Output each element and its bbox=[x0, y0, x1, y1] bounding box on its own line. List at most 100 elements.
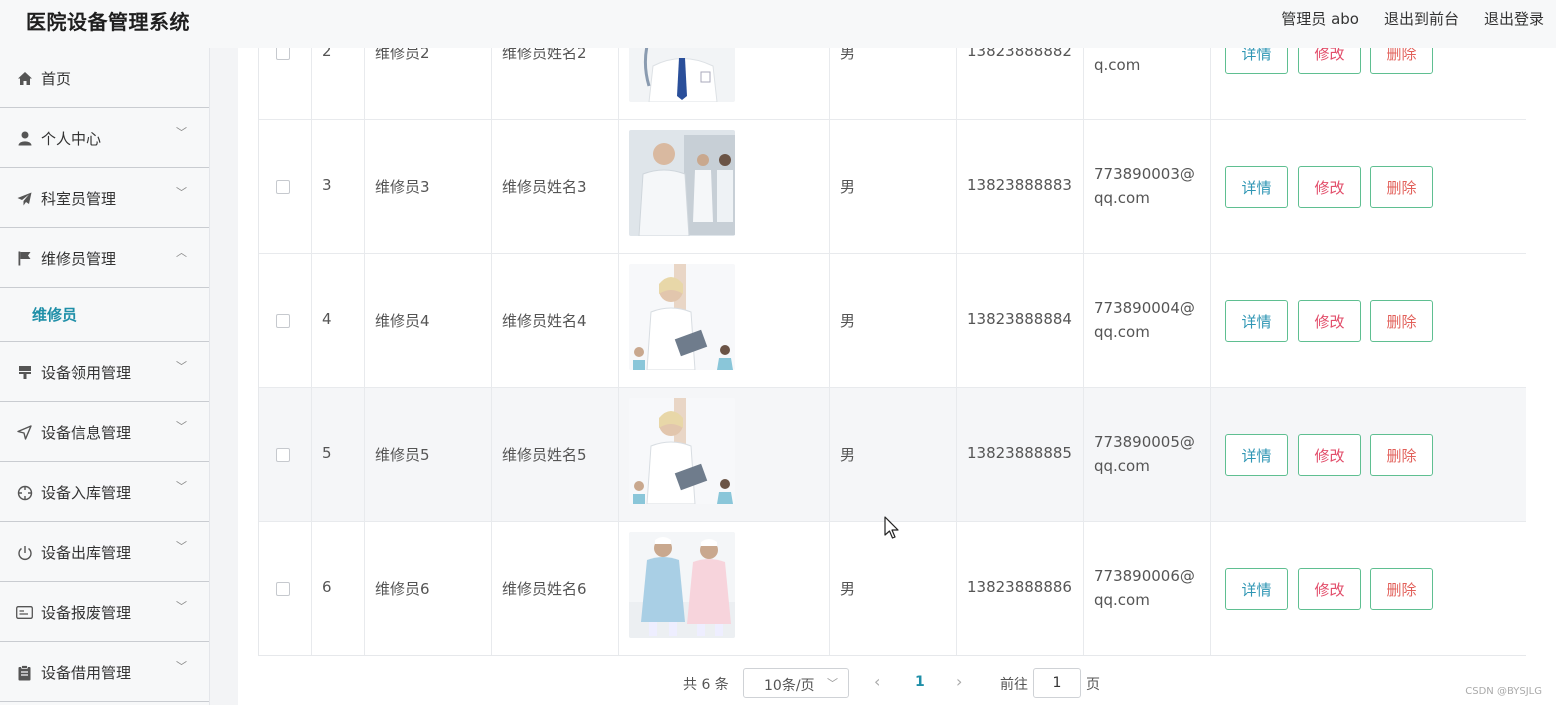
name-cell: 维修员姓名5 bbox=[492, 388, 619, 521]
exit-to-front-link[interactable]: 退出到前台 bbox=[1384, 8, 1459, 29]
index-cell: 5 bbox=[312, 388, 365, 521]
photo-cell bbox=[619, 120, 830, 253]
table-row: 4 维修员4 维修员姓名4 男 13823888884 773890004@qq… bbox=[259, 254, 1526, 388]
actions-cell: 详情 修改 删除 bbox=[1211, 48, 1526, 119]
gender-cell: 男 bbox=[830, 522, 957, 655]
checkbox-cell bbox=[259, 120, 312, 253]
sidebar-item-home[interactable]: 首页 bbox=[0, 48, 209, 108]
row-checkbox[interactable] bbox=[276, 582, 290, 596]
chevron-down-icon: ﹀ bbox=[176, 186, 187, 199]
stamp-icon bbox=[16, 364, 33, 381]
repairman-photo bbox=[629, 398, 735, 504]
email-cell: 773890005@qq.com bbox=[1084, 388, 1211, 521]
delete-button[interactable]: 删除 bbox=[1370, 48, 1433, 74]
gender-cell: 男 bbox=[830, 48, 957, 119]
next-page-button[interactable]: › bbox=[956, 672, 962, 691]
edit-button[interactable]: 修改 bbox=[1298, 568, 1361, 610]
sidebar-item-repairman-management[interactable]: 维修员管理 ︿ bbox=[0, 228, 209, 288]
detail-button[interactable]: 详情 bbox=[1225, 568, 1288, 610]
index-cell: 3 bbox=[312, 120, 365, 253]
email-cell: q.com bbox=[1084, 48, 1211, 119]
photo-cell bbox=[619, 48, 830, 119]
power-icon bbox=[16, 544, 33, 561]
clipboard-icon bbox=[16, 664, 33, 681]
page-number-current[interactable]: 1 bbox=[915, 674, 925, 690]
repairman-photo bbox=[629, 264, 735, 370]
checkbox-cell bbox=[259, 254, 312, 387]
row-checkbox[interactable] bbox=[276, 448, 290, 462]
table-row: 2 维修员2 维修员姓名2 男 13823888882 q.com 详情 修改 … bbox=[259, 48, 1526, 120]
chevron-down-icon: ﹀ bbox=[176, 420, 187, 433]
watermark: CSDN @BYSJLG bbox=[1465, 686, 1542, 697]
table-row: 6 维修员6 维修员姓名6 男 13823888886 773890006@qq… bbox=[259, 522, 1526, 655]
chevron-down-icon: ﹀ bbox=[827, 677, 838, 690]
detail-button[interactable]: 详情 bbox=[1225, 48, 1288, 74]
sidebar-item-label: 设备信息管理 bbox=[41, 424, 132, 442]
photo-cell bbox=[619, 522, 830, 655]
sidebar-item-equipment-scrap[interactable]: 设备报废管理 ﹀ bbox=[0, 582, 209, 642]
detail-button[interactable]: 详情 bbox=[1225, 434, 1288, 476]
email-cell: 773890004@qq.com bbox=[1084, 254, 1211, 387]
index-cell: 2 bbox=[312, 48, 365, 119]
actions-cell: 详情 修改 删除 bbox=[1211, 522, 1526, 655]
pagination: 共 6 条 10条/页 ﹀ ‹ 1 › 前往 页 bbox=[238, 668, 1556, 698]
repairman-photo bbox=[629, 48, 735, 102]
actions-cell: 详情 修改 删除 bbox=[1211, 254, 1526, 387]
app-title: 医院设备管理系统 bbox=[26, 10, 190, 34]
sidebar-item-department-staff[interactable]: 科室员管理 ﹀ bbox=[0, 168, 209, 228]
goto-suffix: 页 bbox=[1086, 677, 1100, 693]
edit-button[interactable]: 修改 bbox=[1298, 48, 1361, 74]
sidebar-item-equipment-requisition[interactable]: 设备领用管理 ﹀ bbox=[0, 342, 209, 402]
total-count: 共 6 条 bbox=[683, 677, 729, 693]
chevron-down-icon: ﹀ bbox=[176, 540, 187, 553]
goto-page-input[interactable] bbox=[1033, 668, 1081, 698]
navigation-icon bbox=[16, 424, 33, 441]
sidebar-item-personal-center[interactable]: 个人中心 ﹀ bbox=[0, 108, 209, 168]
sidebar-subitem-repairman[interactable]: 维修员 bbox=[0, 288, 209, 342]
checkbox-cell bbox=[259, 522, 312, 655]
chevron-down-icon: ﹀ bbox=[176, 660, 187, 673]
sidebar-item-label: 设备领用管理 bbox=[41, 364, 132, 382]
mouse-cursor-icon bbox=[884, 516, 899, 539]
delete-button[interactable]: 删除 bbox=[1370, 166, 1433, 208]
account-cell: 维修员5 bbox=[365, 388, 492, 521]
row-checkbox[interactable] bbox=[276, 314, 290, 328]
user-icon bbox=[16, 130, 33, 147]
delete-button[interactable]: 删除 bbox=[1370, 434, 1433, 476]
logout-link[interactable]: 退出登录 bbox=[1484, 8, 1544, 29]
sidebar-item-equipment-stock-in[interactable]: 设备入库管理 ﹀ bbox=[0, 462, 209, 522]
row-checkbox[interactable] bbox=[276, 180, 290, 194]
sidebar-item-label: 设备借用管理 bbox=[41, 664, 132, 682]
chevron-down-icon: ﹀ bbox=[176, 480, 187, 493]
sidebar: 首页 个人中心 ﹀ 科室员管理 ﹀ 维修员管理 ︿ 维修员 设备领用管理 ﹀ 设… bbox=[0, 48, 210, 705]
index-cell: 6 bbox=[312, 522, 365, 655]
name-cell: 维修员姓名3 bbox=[492, 120, 619, 253]
delete-button[interactable]: 删除 bbox=[1370, 568, 1433, 610]
sidebar-item-label: 设备出库管理 bbox=[41, 544, 132, 562]
admin-label: 管理员 abo bbox=[1281, 10, 1359, 28]
edit-button[interactable]: 修改 bbox=[1298, 434, 1361, 476]
phone-cell: 13823888885 bbox=[957, 388, 1084, 521]
sidebar-item-equipment-stock-out[interactable]: 设备出库管理 ﹀ bbox=[0, 522, 209, 582]
detail-button[interactable]: 详情 bbox=[1225, 166, 1288, 208]
phone-cell: 13823888886 bbox=[957, 522, 1084, 655]
edit-button[interactable]: 修改 bbox=[1298, 300, 1361, 342]
chevron-down-icon: ﹀ bbox=[176, 360, 187, 373]
chevron-down-icon: ﹀ bbox=[176, 126, 187, 139]
detail-button[interactable]: 详情 bbox=[1225, 300, 1288, 342]
checkbox-cell bbox=[259, 388, 312, 521]
account-cell: 维修员6 bbox=[365, 522, 492, 655]
edit-button[interactable]: 修改 bbox=[1298, 166, 1361, 208]
page-size-select[interactable]: 10条/页 ﹀ bbox=[743, 668, 849, 698]
main-content: 2 维修员2 维修员姓名2 男 13823888882 q.com 详情 修改 … bbox=[238, 48, 1556, 705]
name-cell: 维修员姓名6 bbox=[492, 522, 619, 655]
phone-cell: 13823888884 bbox=[957, 254, 1084, 387]
email-cell: 773890003@qq.com bbox=[1084, 120, 1211, 253]
row-checkbox[interactable] bbox=[276, 48, 290, 60]
sidebar-item-equipment-borrow[interactable]: 设备借用管理 ﹀ bbox=[0, 642, 209, 702]
sidebar-item-equipment-info[interactable]: 设备信息管理 ﹀ bbox=[0, 402, 209, 462]
prev-page-button[interactable]: ‹ bbox=[874, 672, 880, 691]
delete-button[interactable]: 删除 bbox=[1370, 300, 1433, 342]
chevron-down-icon: ﹀ bbox=[176, 600, 187, 613]
table-row: 5 维修员5 维修员姓名5 男 13823888885 773890005@qq… bbox=[259, 388, 1526, 522]
